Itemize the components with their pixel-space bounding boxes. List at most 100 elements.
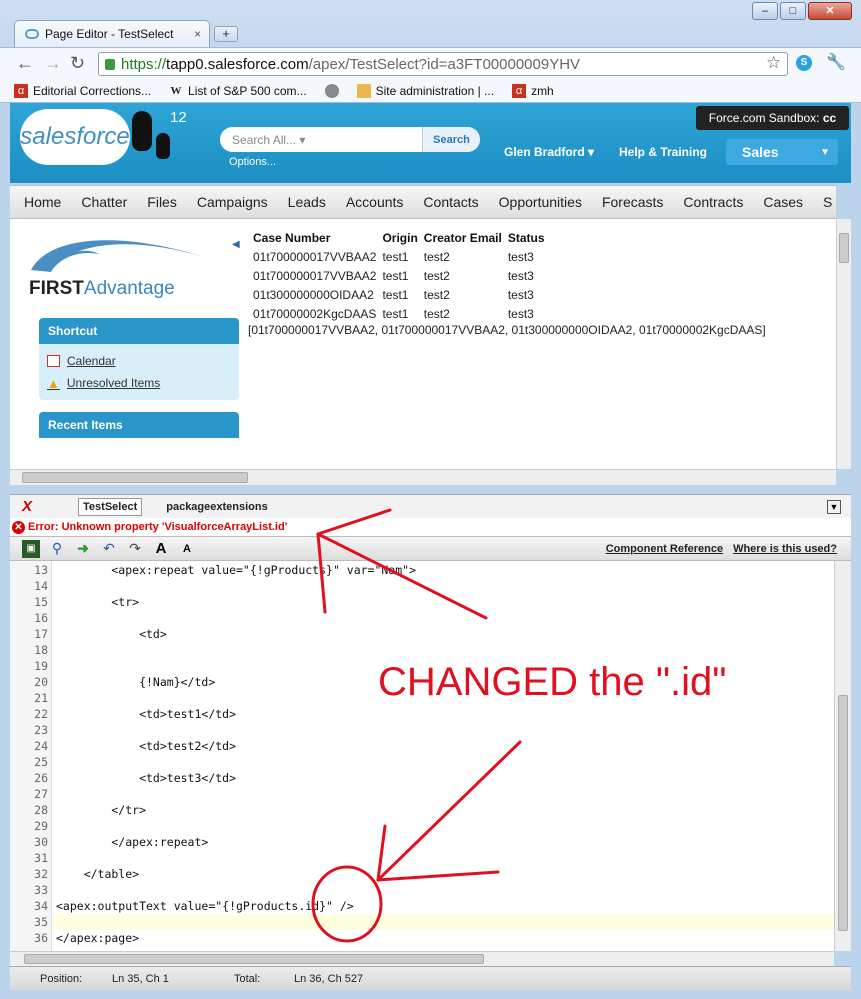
total-value: Ln 36, Ch 527 [294,973,364,985]
bookmark-item[interactable]: W List of S&P 500 com... [169,84,307,98]
position-label: Position: [40,973,83,985]
editor-vertical-scrollbar[interactable] [834,561,851,951]
calendar-icon [47,355,60,367]
close-editor-icon[interactable]: X [22,498,32,515]
url-host: tapp0.salesforce.com [166,55,309,73]
lock-icon [105,58,115,70]
unresolved-items-link[interactable]: ▲ Unresolved Items [47,372,231,394]
bookmark-item[interactable]: Site administration | ... [356,83,494,98]
brand-swoosh-icon [29,232,229,272]
line-number: 36 [34,931,48,945]
tab-forecasts[interactable]: Forecasts [602,194,663,210]
tab-contacts[interactable]: Contacts [423,194,478,210]
tab-campaigns[interactable]: Campaigns [197,194,268,210]
reload-icon[interactable]: ↻ [70,54,85,72]
redo-icon[interactable]: ↷ [126,540,144,558]
star-icon[interactable]: ☆ [766,54,781,72]
sidebar: FIRSTAdvantage Shortcut Calendar ▲ Unres… [29,232,239,438]
tab-cases[interactable]: Cases [763,194,803,210]
scrollbar-thumb[interactable] [839,233,849,263]
search-button[interactable]: Search [422,127,480,152]
table-row: 01t300000000OIDAA2 test1 test2 test3 [253,287,534,302]
line-number: 13 [34,563,48,577]
shortcut-header: Shortcut [39,318,239,344]
close-window-button[interactable]: ✕ [808,2,852,20]
where-used-link[interactable]: Where is this used? [733,543,837,555]
tab-more[interactable]: S [823,194,832,210]
tab-accounts[interactable]: Accounts [346,194,404,210]
position-value: Ln 35, Ch 1 [112,973,169,985]
line-code: <td>test3</td> [56,771,237,785]
bookmark-item[interactable]: α Editorial Corrections... [14,83,151,98]
column-header: Status [507,231,545,245]
code-editor[interactable]: 13 <apex:repeat value="{!gProducts}" var… [10,561,834,951]
back-arrow-icon[interactable]: ← [16,54,34,72]
tab-contracts[interactable]: Contracts [683,194,743,210]
line-number: 20 [34,675,48,689]
maximize-button[interactable]: □ [780,2,806,20]
scrollbar-thumb[interactable] [24,954,484,964]
page-icon [25,29,39,39]
user-menu[interactable]: Glen Bradford ▾ [504,145,594,159]
save-icon[interactable]: ▣ [22,539,40,558]
app-menu-button[interactable]: Sales ▼ [726,139,838,165]
collapse-sidebar-icon[interactable]: ◀ [232,239,240,250]
search-options-link[interactable]: Options... [229,156,276,168]
minimize-button[interactable]: – [752,2,778,20]
skype-icon[interactable]: S [796,55,812,71]
editor-status-bar: Position: Ln 35, Ch 1 Total: Ln 36, Ch 5… [10,966,851,990]
forward-arrow-icon[interactable]: → [44,54,62,72]
go-to-line-icon[interactable]: ➜ [74,540,92,558]
line-number: 27 [34,787,48,801]
browser-chrome: Page Editor - TestSelect × + – □ ✕ ← → ↻… [0,0,861,103]
tab-leads[interactable]: Leads [288,194,326,210]
sandbox-badge: Force.com Sandbox: cc [696,106,849,130]
component-reference-link[interactable]: Component Reference [606,543,723,555]
alpha-icon: α [512,83,527,98]
address-bar[interactable]: https://tapp0.salesforce.com/apex/TestSe… [98,52,788,76]
bookmarks-bar: α Editorial Corrections... W List of S&P… [0,79,861,103]
line-number: 24 [34,739,48,753]
line-code: <td>test2</td> [56,739,237,753]
editor-horizontal-scrollbar[interactable] [10,951,834,966]
tab-opportunities[interactable]: Opportunities [499,194,582,210]
line-code: </apex:repeat> [56,835,209,849]
line-number: 34 [34,899,48,913]
release-badge: 12 [170,109,187,126]
font-larger-icon[interactable]: A [152,540,170,558]
search-input[interactable]: Search All... ▾ [220,133,422,147]
tab-files[interactable]: Files [147,194,177,210]
undo-icon[interactable]: ↶ [100,540,118,558]
column-header: Creator Email [423,231,502,245]
tab-packageextensions[interactable]: packageextensions [162,499,272,515]
line-number: 22 [34,707,48,721]
search-icon[interactable]: ⚲ [48,540,66,558]
scrollbar-thumb[interactable] [838,695,848,931]
scrollbar-thumb[interactable] [22,472,248,483]
new-tab-button[interactable]: + [214,26,238,42]
wikipedia-icon: W [170,84,182,97]
font-smaller-icon[interactable]: A [178,540,196,558]
chevron-down-icon: ▼ [820,146,830,158]
wrench-icon[interactable]: 🔧 [826,54,846,72]
tab-home[interactable]: Home [24,194,61,210]
tab-chatter[interactable]: Chatter [81,194,127,210]
page-horizontal-scrollbar[interactable] [10,469,836,485]
tab-close-icon[interactable]: × [194,27,201,41]
bookmark-item[interactable] [324,83,339,98]
url-path: /apex/TestSelect?id=a3FT00000009YHV [308,55,581,73]
calendar-link[interactable]: Calendar [47,350,231,372]
tab-testselect[interactable]: TestSelect [78,497,143,516]
browser-tab[interactable]: Page Editor - TestSelect × [14,20,210,47]
page-content: FIRSTAdvantage Shortcut Calendar ▲ Unres… [10,219,836,469]
line-number: 18 [34,643,48,657]
salesforce-logo[interactable]: salesforce [20,109,130,165]
annotation-text: CHANGED the ".id" [378,660,727,704]
shortcut-panel: Calendar ▲ Unresolved Items [39,344,239,400]
editor-tab-bar: X TestSelect packageextensions ▼ [10,494,851,518]
expand-editor-icon[interactable]: ▼ [827,499,841,514]
page-vertical-scrollbar[interactable] [836,219,851,469]
line-number: 35 [34,915,48,929]
bookmark-item[interactable]: α zmh [512,83,554,98]
help-link[interactable]: Help & Training [619,145,707,159]
